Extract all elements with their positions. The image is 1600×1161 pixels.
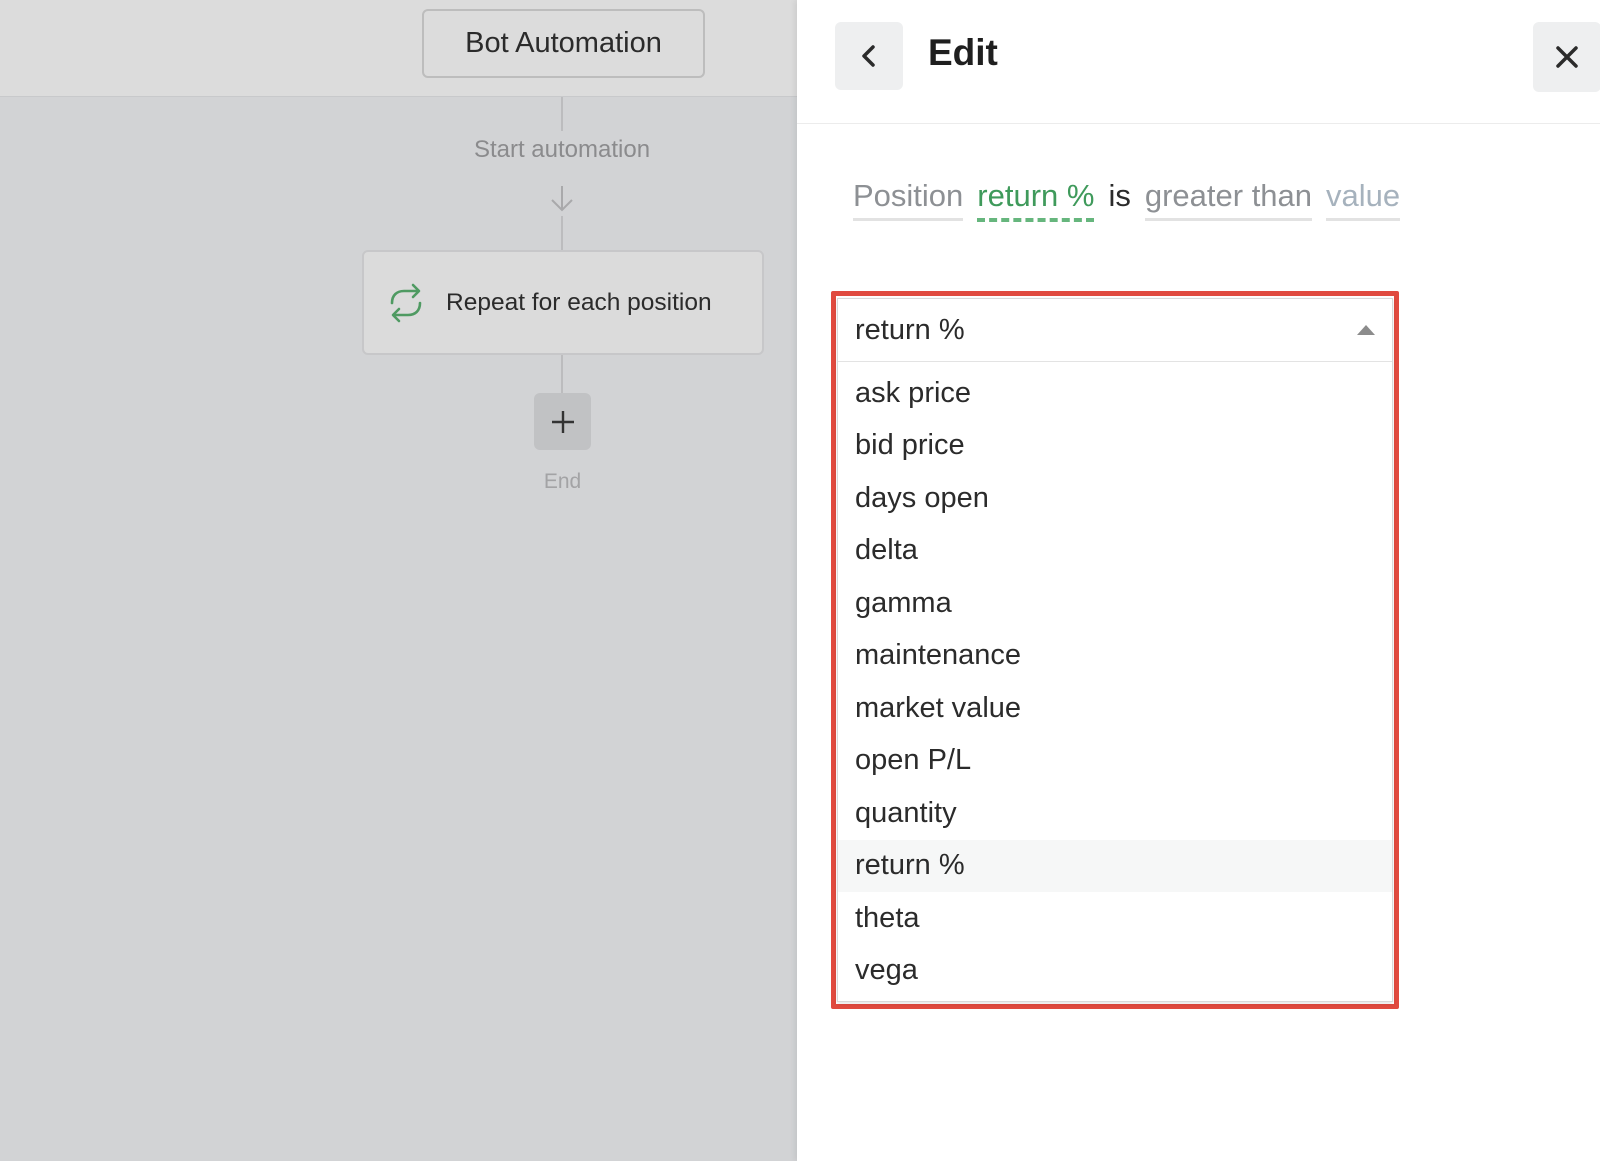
field-dropdown[interactable]: return % ask price bid price days open delt… [837,298,1393,1002]
condition-operator[interactable]: greater than [1144,178,1313,221]
dropdown-options-list: ask price bid price days open delta gamma mai… [838,362,1392,997]
edit-panel: Edit Position return % is greater than v… [797,0,1600,1161]
dropdown-option[interactable]: market value [838,682,1392,735]
dropdown-option[interactable]: maintenance [838,630,1392,683]
dropdown-header[interactable]: return % [838,299,1392,362]
start-automation-label: Start automation [473,136,651,163]
condition-subject[interactable]: Position [853,178,964,221]
back-button[interactable] [835,22,903,90]
connector-line [561,216,563,250]
repeat-icon [390,283,422,322]
dropdown-option[interactable]: gamma [838,577,1392,630]
dropdown-option[interactable]: open P/L [838,735,1392,788]
dropdown-selected-value: return % [855,313,965,346]
plus-icon [551,410,574,433]
connector-line [561,355,563,393]
add-step-button[interactable] [534,393,591,450]
dropdown-option[interactable]: quantity [838,787,1392,840]
dropdown-option[interactable]: theta [838,892,1392,945]
panel-header: Edit [797,0,1600,124]
close-icon [1556,46,1578,68]
dropdown-option[interactable]: return % [838,839,1392,892]
caret-up-icon [1357,325,1375,335]
dropdown-option[interactable]: days open [838,472,1392,525]
workflow-canvas: Bot Automation Start automation Repeat f… [0,0,797,1161]
chevron-left-icon [862,45,875,67]
condition-sentence: Position return % is greater than value [853,178,1414,228]
automation-title[interactable]: Bot Automation [422,9,705,78]
arrow-down-icon [551,186,573,212]
condition-value[interactable]: value [1326,178,1401,221]
repeat-step-label: Repeat for each position [446,288,712,316]
panel-title: Edit [928,32,998,73]
connector-line [561,97,563,131]
repeat-step-card[interactable]: Repeat for each position [362,250,764,355]
condition-field[interactable]: return % [977,178,1095,222]
dropdown-option[interactable]: vega [838,945,1392,998]
close-button[interactable] [1533,22,1600,92]
dropdown-option[interactable]: delta [838,525,1392,578]
end-label: End [543,470,582,493]
dropdown-option[interactable]: ask price [838,367,1392,420]
dropdown-option[interactable]: bid price [838,420,1392,473]
condition-verb: is [1108,178,1131,213]
